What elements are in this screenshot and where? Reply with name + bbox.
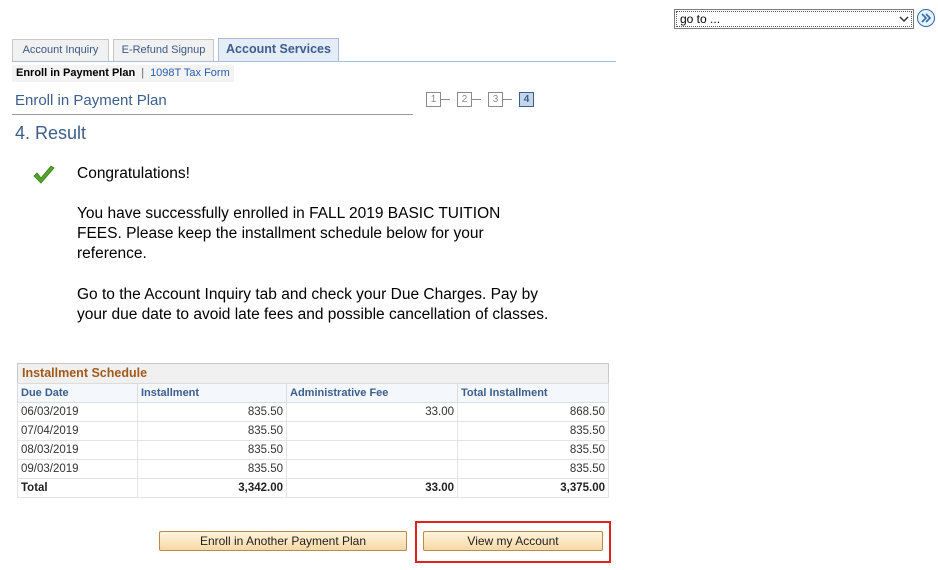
double-chevron-right-icon [921, 13, 932, 23]
title-underline [12, 114, 413, 115]
step-connector [503, 99, 512, 100]
total-installment-cell: 835.50 [457, 421, 609, 441]
due-charges-text: Go to the Account Inquiry tab and check … [77, 286, 549, 323]
total-label-cell: Total [17, 478, 138, 498]
due-date-cell: 08/03/2019 [17, 440, 138, 460]
col-header-due-date: Due Date [17, 383, 138, 403]
table-row: 09/03/2019 835.50 835.50 [17, 459, 609, 479]
subnav-current: Enroll in Payment Plan [16, 67, 136, 79]
due-date-cell: 09/03/2019 [17, 459, 138, 479]
goto-select-value: go to ... [680, 12, 721, 26]
subnav: Enroll in Payment Plan | 1098T Tax Form [12, 65, 234, 82]
table-row: 06/03/2019 835.50 33.00 868.50 [17, 402, 609, 422]
goto-select[interactable]: go to ... [674, 9, 914, 29]
col-header-admin-fee: Administrative Fee [286, 383, 458, 403]
result-heading: 4. Result [15, 123, 87, 143]
total-installment-cell: 835.50 [457, 440, 609, 460]
total-installment-cell: 868.50 [457, 402, 609, 422]
enroll-another-plan-button[interactable]: Enroll in Another Payment Plan [159, 531, 407, 551]
total-admin-fee-cell: 33.00 [286, 478, 458, 498]
table-total-row: Total 3,342.00 33.00 3,375.00 [17, 478, 609, 498]
step-connector [472, 99, 481, 100]
page-title: Enroll in Payment Plan [15, 92, 167, 109]
step-1: 1 [426, 92, 441, 107]
due-date-cell: 07/04/2019 [17, 421, 138, 441]
tab-divider [12, 61, 616, 62]
subnav-link-1098t[interactable]: 1098T Tax Form [150, 67, 230, 79]
admin-fee-cell [286, 440, 458, 460]
tab-e-refund-signup[interactable]: E-Refund Signup [113, 39, 214, 61]
tab-account-services[interactable]: Account Services [218, 38, 339, 62]
table-header-row: Due Date Installment Administrative Fee … [17, 383, 609, 403]
col-header-total-installment: Total Installment [457, 383, 609, 403]
tab-account-inquiry[interactable]: Account Inquiry [12, 39, 109, 61]
admin-fee-cell: 33.00 [286, 402, 458, 422]
admin-fee-cell [286, 421, 458, 441]
congrats-text: Congratulations! [77, 165, 190, 182]
step-2: 2 [457, 92, 472, 107]
installment-cell: 835.50 [137, 440, 287, 460]
table-row: 08/03/2019 835.50 835.50 [17, 440, 609, 460]
total-installment-sum-cell: 3,342.00 [137, 478, 287, 498]
subnav-separator: | [141, 67, 145, 79]
due-date-cell: 06/03/2019 [17, 402, 138, 422]
col-header-installment: Installment [137, 383, 287, 403]
step-connector [441, 99, 450, 100]
total-amount-cell: 3,375.00 [457, 478, 609, 498]
installment-schedule-table: Installment Schedule Due Date Installmen… [17, 363, 609, 498]
admin-fee-cell [286, 459, 458, 479]
table-row: 07/04/2019 835.50 835.50 [17, 421, 609, 441]
total-installment-cell: 835.50 [457, 459, 609, 479]
go-button[interactable] [917, 9, 935, 27]
installment-cell: 835.50 [137, 459, 287, 479]
step-3: 3 [488, 92, 503, 107]
enroll-success-text: You have successfully enrolled in FALL 2… [77, 205, 501, 262]
checkmark-icon [33, 165, 55, 184]
installment-cell: 835.50 [137, 402, 287, 422]
step-4-current: 4 [519, 92, 534, 107]
installment-schedule-title: Installment Schedule [17, 363, 609, 383]
chevron-down-icon [899, 16, 909, 23]
installment-cell: 835.50 [137, 421, 287, 441]
highlight-box [415, 521, 611, 563]
